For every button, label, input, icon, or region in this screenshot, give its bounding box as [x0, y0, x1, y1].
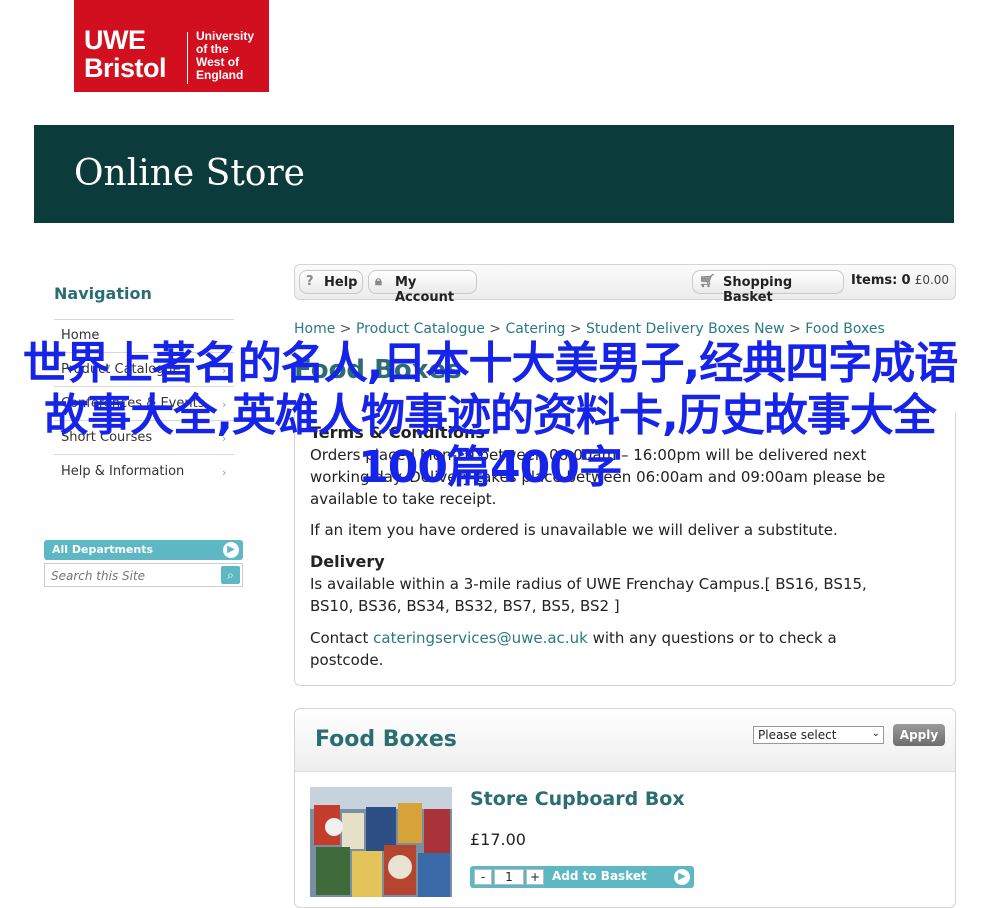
breadcrumb-student-delivery-boxes[interactable]: Student Delivery Boxes New — [586, 321, 785, 337]
contact-text: Contact cateringservices@uwe.ac.uk with … — [310, 629, 837, 647]
add-to-basket-button[interactable]: Add to Basket — [552, 869, 647, 883]
lock-icon: 🔒︎ — [375, 274, 382, 289]
logo-university-text: University of the West of England — [196, 29, 255, 82]
search-icon[interactable]: ⌕ — [221, 566, 240, 584]
contact-email-link[interactable]: cateringservices@uwe.ac.uk — [373, 629, 588, 647]
breadcrumb-home[interactable]: Home — [294, 321, 335, 337]
uwe-bristol-logo[interactable]: UWE Bristol University of the West of En… — [74, 0, 269, 92]
quantity-decrease-button[interactable]: - — [474, 869, 492, 885]
listing-title: Food Boxes — [315, 727, 457, 752]
breadcrumb-food-boxes[interactable]: Food Boxes — [805, 321, 885, 337]
product-title-link[interactable]: Store Cupboard Box — [470, 788, 685, 810]
product-image[interactable] — [310, 787, 452, 897]
delivery-text: Is available within a 3-mile radius of U… — [310, 575, 867, 593]
shopping-basket-button[interactable]: 🛒︎ Shopping Basket — [692, 270, 844, 305]
store-banner: Online Store — [34, 125, 954, 223]
quantity-increase-button[interactable]: + — [526, 869, 544, 885]
chevron-down-icon: ⌄ — [871, 728, 880, 739]
help-button[interactable]: ? Help — [299, 270, 363, 294]
basket-count: 0 — [901, 273, 911, 288]
overlay-text: 世界上著名的名人,日本十大美男子,经典四字成语故事大全,英雄人物事迹的资料卡,历… — [22, 338, 958, 493]
delivery-heading: Delivery — [310, 552, 385, 571]
logo-divider — [187, 32, 188, 84]
search-input[interactable] — [49, 567, 221, 585]
add-to-basket-control: - 1 + Add to Basket ▶ — [470, 866, 694, 888]
product-price: £17.00 — [470, 830, 526, 849]
site-search: ⌕ — [44, 563, 243, 587]
banner-title: Online Store — [74, 153, 305, 194]
chevron-right-icon: ▶ — [223, 542, 239, 558]
listing-header: Food Boxes Please select ⌄ Apply — [295, 709, 955, 772]
all-departments-dropdown[interactable]: All Departments ▶ — [44, 540, 243, 560]
substitute-text: If an item you have ordered is unavailab… — [310, 521, 838, 539]
all-departments-label: All Departments — [52, 543, 154, 556]
question-icon: ? — [306, 274, 314, 289]
basket-icon: 🛒︎ — [699, 274, 716, 289]
nav-divider — [54, 319, 234, 320]
logo-wordmark: UWE Bristol — [84, 25, 167, 83]
contact-text-end: postcode. — [310, 651, 384, 669]
navigation-heading: Navigation — [54, 284, 152, 303]
chevron-right-icon: ▶ — [674, 869, 690, 885]
basket-summary: Items: 0 £0.00 — [851, 273, 950, 288]
my-account-button[interactable]: 🔒︎ My Account — [368, 270, 477, 305]
sort-select[interactable]: Please select ⌄ — [753, 726, 884, 744]
breadcrumb: Home > Product Catalogue > Catering > St… — [294, 321, 885, 337]
delivery-postcodes: BS10, BS36, BS34, BS32, BS7, BS5, BS2 ] — [310, 597, 620, 615]
breadcrumb-catering[interactable]: Catering — [505, 321, 565, 337]
groceries-photo — [310, 787, 452, 897]
apply-button[interactable]: Apply — [893, 724, 945, 746]
quantity-input[interactable]: 1 — [494, 869, 524, 885]
breadcrumb-product-catalogue[interactable]: Product Catalogue — [356, 321, 485, 337]
store-toolbar: ? Help 🔒︎ My Account 🛒︎ Shopping Basket … — [294, 264, 956, 305]
basket-total: £0.00 — [914, 273, 950, 287]
